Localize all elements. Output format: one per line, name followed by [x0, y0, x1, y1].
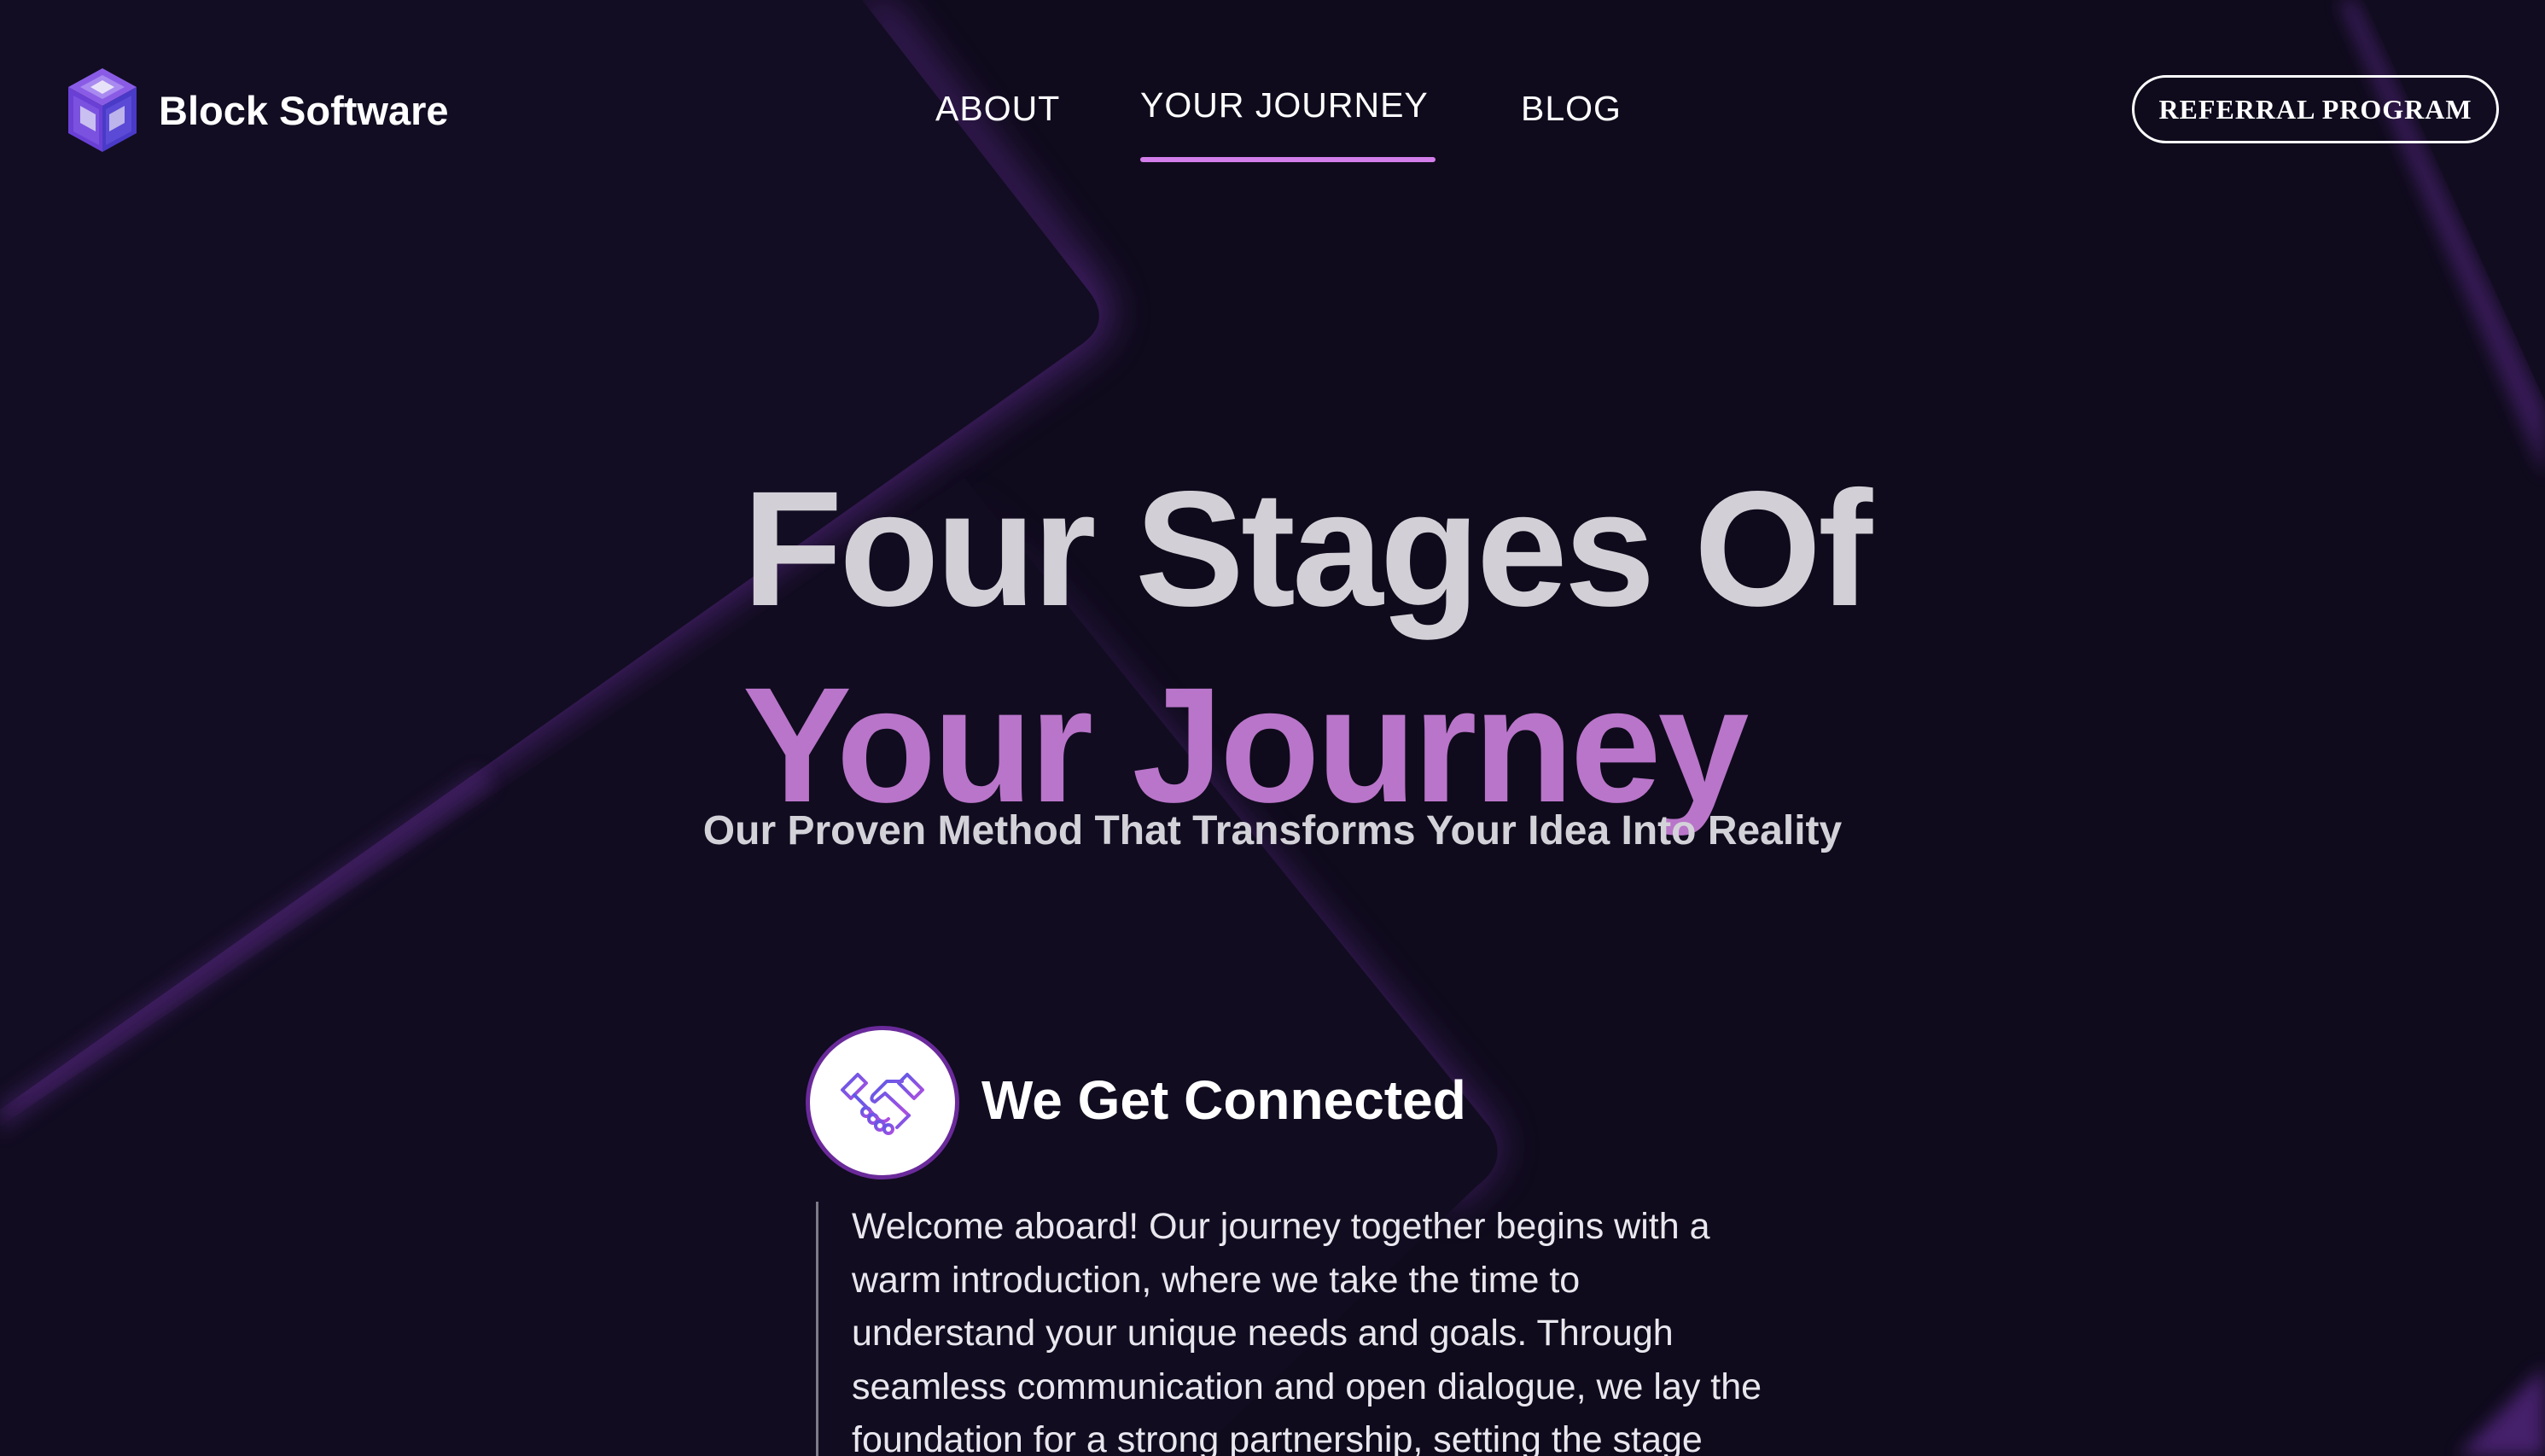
- hero-title-line1: Four Stages Of: [743, 456, 1872, 640]
- nav-item-your-journey[interactable]: YOUR JOURNEY: [1140, 85, 1429, 125]
- stage-description: Welcome aboard! Our journey together beg…: [852, 1206, 1762, 1456]
- referral-program-button[interactable]: REFERRAL PROGRAM: [2132, 75, 2499, 143]
- hero-subtitle: Our Proven Method That Transforms Your I…: [702, 808, 1843, 853]
- nav-item-about[interactable]: ABOUT: [935, 89, 1060, 129]
- stage-title: We Get Connected: [981, 1069, 1466, 1131]
- stage-divider: [816, 1202, 818, 1456]
- handshake-icon: [841, 1073, 924, 1135]
- stage-icon-badge: [806, 1026, 959, 1179]
- active-nav-underline: [1140, 157, 1436, 162]
- hero-title-line2: Your Journey: [743, 652, 1749, 836]
- nav-item-blog[interactable]: BLOG: [1521, 89, 1622, 129]
- page: Block Software ABOUT YOUR JOURNEY BLOG R…: [0, 0, 2545, 1456]
